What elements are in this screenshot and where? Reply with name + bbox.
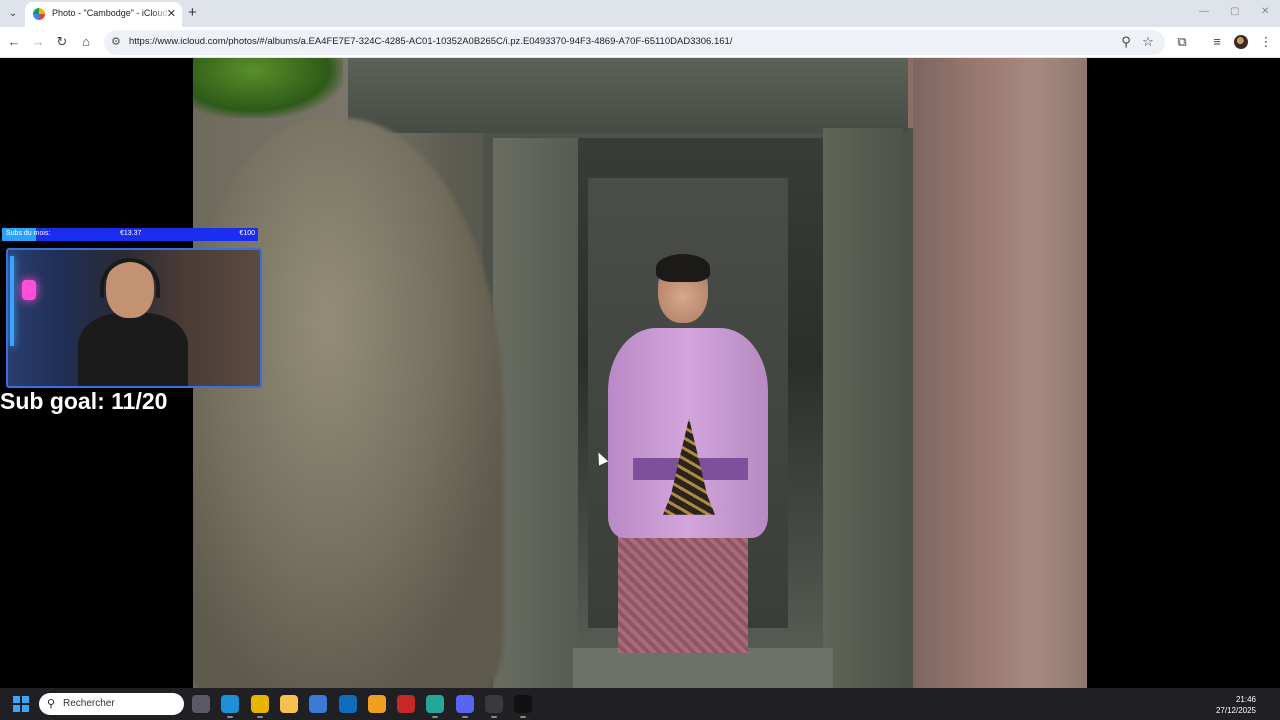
taskbar-search-input[interactable]: ⚲ Rechercher bbox=[39, 693, 184, 715]
windows-start-icon[interactable] bbox=[13, 696, 29, 712]
chrome-icon[interactable] bbox=[250, 695, 269, 713]
tab-search-chevron-down-icon[interactable]: ⌄ bbox=[4, 5, 22, 23]
streamer-webcam bbox=[6, 248, 262, 388]
taskbar-running-indicator bbox=[227, 716, 234, 718]
profile-avatar[interactable] bbox=[1234, 35, 1248, 49]
sub-goal-counter: Sub goal: 11/20 bbox=[0, 388, 168, 414]
home-icon[interactable]: ⌂ bbox=[78, 34, 94, 50]
webcam-streamer bbox=[78, 258, 188, 386]
photo-blurred-stone bbox=[193, 118, 503, 688]
goal-target-amount: €100 bbox=[239, 230, 255, 237]
clock-time: 21:46 bbox=[1235, 695, 1256, 704]
webcam-neon-light bbox=[10, 256, 14, 346]
icloud-photos-favicon-icon bbox=[33, 8, 45, 20]
address-bar[interactable]: ⚙ https://www.icloud.com/photos/#/albums… bbox=[104, 30, 1165, 55]
goal-current-amount: €13.37 bbox=[120, 230, 142, 237]
tab-close-icon[interactable]: ✕ bbox=[167, 7, 176, 21]
brave-icon[interactable] bbox=[367, 695, 386, 713]
media-control-icon[interactable]: ≡ bbox=[1209, 34, 1225, 50]
cambodia-temple-photo[interactable] bbox=[193, 58, 1087, 688]
new-tab-plus-icon[interactable]: + bbox=[188, 4, 197, 22]
photo-pillar-right bbox=[823, 128, 903, 688]
photo-pillar-left bbox=[493, 138, 578, 688]
forward-arrow-right-icon[interactable]: → bbox=[30, 34, 46, 50]
tab-title: Photo - "Cambodge" - iCloud Photos bbox=[52, 8, 170, 18]
store-icon[interactable] bbox=[309, 695, 328, 713]
bookmark-star-icon[interactable]: ☆ bbox=[1140, 34, 1156, 50]
search-icon: ⚲ bbox=[47, 698, 56, 710]
browser-menu-kebab-icon[interactable]: ⋮ bbox=[1258, 34, 1274, 50]
zoom-icon[interactable]: ⚲ bbox=[1118, 34, 1134, 50]
task-view-icon[interactable] bbox=[192, 695, 210, 713]
discord-icon[interactable] bbox=[455, 695, 474, 713]
photo-person-pants bbox=[618, 533, 748, 653]
system-clock[interactable]: 21:46 27/12/2025 bbox=[1216, 694, 1256, 716]
clock-date: 27/12/2025 bbox=[1215, 706, 1256, 715]
webcam-streamer-body bbox=[78, 313, 188, 386]
taskbar-running-indicator bbox=[520, 716, 527, 718]
reload-icon[interactable]: ↻ bbox=[54, 34, 70, 50]
voice-app-icon[interactable] bbox=[397, 695, 416, 713]
taskbar-running-indicator bbox=[461, 716, 468, 718]
extensions-puzzle-icon[interactable]: ⧉ bbox=[1174, 34, 1190, 50]
taskbar-running-indicator bbox=[256, 716, 263, 718]
url-text[interactable]: https://www.icloud.com/photos/#/albums/a… bbox=[129, 36, 732, 47]
outlook-icon[interactable] bbox=[338, 695, 357, 713]
tab-strip: ⌄ Photo - "Cambodge" - iCloud Photos ✕ +… bbox=[0, 0, 1280, 27]
maximize-icon[interactable]: ▢ bbox=[1230, 6, 1239, 17]
photo-wall bbox=[913, 58, 1087, 688]
windows-taskbar: ⚲ Rechercher 21:46 27/12/2025 bbox=[0, 688, 1280, 720]
webcam-pink-light bbox=[22, 280, 36, 300]
search-placeholder: Rechercher bbox=[63, 698, 115, 709]
taskbar-running-indicator bbox=[432, 716, 439, 718]
taskbar-running-indicator bbox=[491, 716, 497, 718]
goal-label: Subs du mois: bbox=[6, 230, 51, 237]
photo-step bbox=[573, 648, 833, 688]
photo-lintel bbox=[348, 58, 908, 133]
window-close-icon[interactable]: ✕ bbox=[1261, 6, 1269, 17]
photo-leaves bbox=[193, 58, 343, 118]
sub-goal-progress-bar: Subs du mois: €13.37 €100 bbox=[2, 228, 258, 241]
browser-toolbar: ← → ↻ ⌂ ⚙ https://www.icloud.com/photos/… bbox=[0, 27, 1280, 58]
tab-icloud-photos[interactable]: Photo - "Cambodge" - iCloud Photos ✕ bbox=[25, 2, 182, 27]
file-explorer-icon[interactable] bbox=[279, 695, 298, 713]
audio-app-icon[interactable] bbox=[514, 695, 533, 713]
edge-icon[interactable] bbox=[221, 695, 240, 713]
back-arrow-left-icon[interactable]: ← bbox=[6, 34, 22, 50]
photo-person-hair bbox=[656, 254, 710, 282]
site-info-tune-icon[interactable]: ⚙ bbox=[111, 35, 121, 48]
minimize-icon[interactable]: — bbox=[1199, 6, 1209, 17]
headset-icon bbox=[100, 258, 160, 298]
notes-app-icon[interactable] bbox=[426, 695, 445, 713]
obs-icon[interactable] bbox=[485, 695, 503, 713]
